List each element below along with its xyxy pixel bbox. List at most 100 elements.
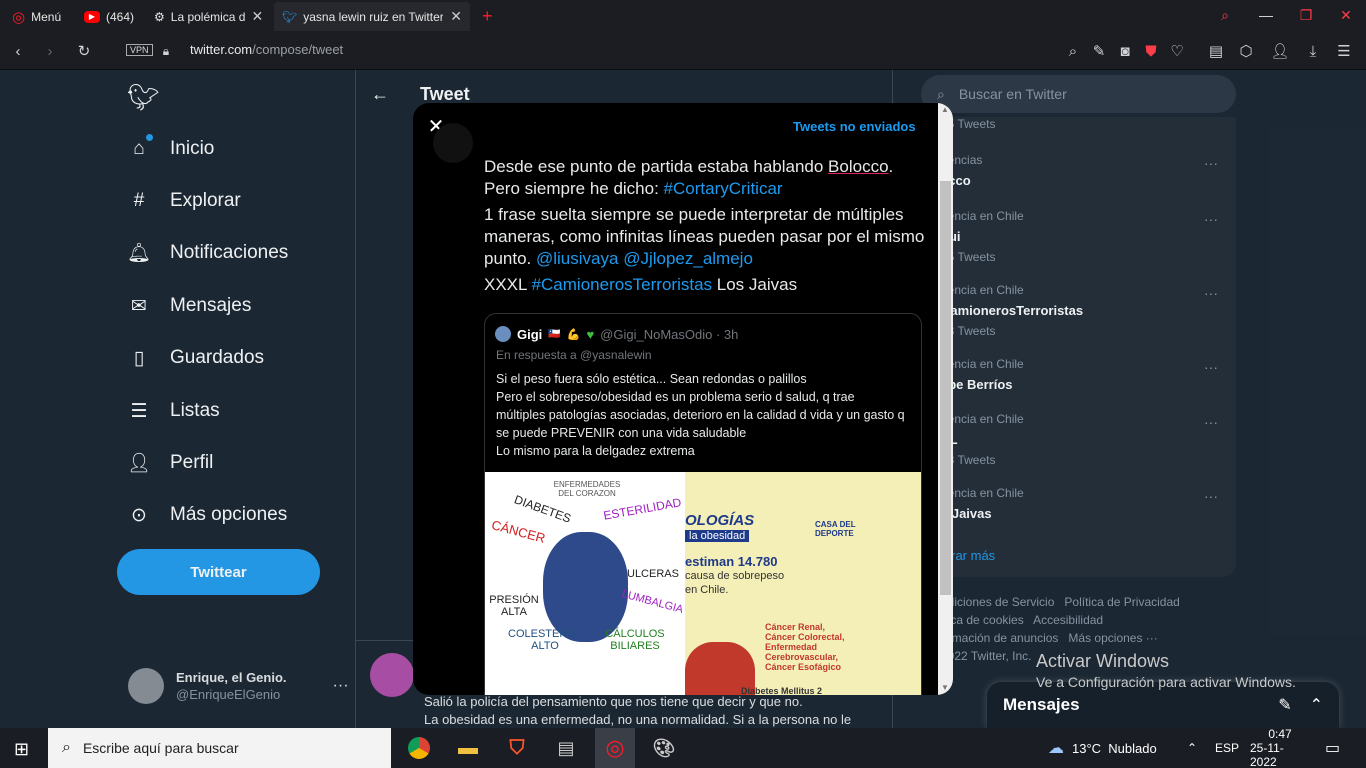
camera-icon[interactable]: ◙ bbox=[1115, 41, 1135, 61]
adblock-icon[interactable]: ⛊ bbox=[1141, 41, 1161, 61]
image-label: CÁLCULOS BILIARES bbox=[605, 628, 665, 652]
image-label: CÁNCER bbox=[489, 517, 547, 546]
image-label: PRESIÓN ALTA bbox=[489, 594, 539, 618]
avatar bbox=[433, 123, 473, 163]
forward-icon[interactable]: › bbox=[40, 41, 60, 61]
wallet-icon[interactable]: ▤ bbox=[1206, 41, 1226, 61]
mention[interactable]: @Jjlopez_almejo bbox=[623, 249, 753, 268]
windows-start-icon[interactable]: ⊞ bbox=[14, 739, 29, 760]
image-label: estiman 14.780 bbox=[685, 554, 778, 569]
hashtag[interactable]: #CamionerosTerroristas bbox=[532, 275, 712, 294]
gear-icon: ⚙ bbox=[154, 9, 165, 24]
download-icon[interactable]: ⤓ bbox=[1303, 41, 1323, 61]
quote-line: Lo mismo para la delgadez extrema bbox=[496, 444, 695, 458]
file-explorer-icon[interactable]: ▬ bbox=[454, 734, 482, 762]
compose-modal: ✕ Tweets no enviados Desde ese punto de … bbox=[413, 103, 953, 695]
image-label: ESTERILIDAD bbox=[602, 495, 683, 523]
image-label: LUMBALGIA bbox=[620, 588, 685, 616]
minimize-button[interactable]: — bbox=[1246, 0, 1286, 30]
opera-icon: ◎ bbox=[12, 8, 26, 26]
tab-label: (464) bbox=[106, 9, 135, 24]
tab-label: La polémica d bbox=[170, 9, 246, 24]
scrollbar-thumb[interactable] bbox=[940, 181, 951, 595]
url-path: /compose/tweet bbox=[252, 42, 344, 57]
watermark-title: Activar Windows bbox=[1036, 651, 1170, 671]
clock[interactable]: 0:47 25-11-2022 bbox=[1250, 727, 1310, 768]
obesity-diseases-image[interactable]: ENFERMEDADES DEL CORAZON DIABETES ESTERI… bbox=[485, 472, 685, 695]
close-tab-icon[interactable]: ✕ bbox=[251, 8, 263, 25]
new-tab-button[interactable]: + bbox=[474, 2, 498, 31]
figure-illustration bbox=[543, 532, 628, 642]
menu-icon[interactable]: ☰ bbox=[1334, 41, 1354, 61]
heart-icon[interactable]: ♡ bbox=[1167, 41, 1187, 61]
taskbar-search-placeholder: Escribe aquí para buscar bbox=[82, 740, 239, 756]
url-field[interactable]: twitter.com/compose/tweet bbox=[190, 42, 343, 57]
quoted-tweet[interactable]: Gigi 🇨🇱 💪 ♥ @Gigi_NoMasOdio · 3h En resp… bbox=[484, 313, 922, 695]
account-icon[interactable]: 👤︎ bbox=[1270, 41, 1290, 61]
weather-widget[interactable]: ☁ 13°C Nublado bbox=[1048, 728, 1157, 768]
tweet-paragraph: 1 frase suelta siempre se puede interpre… bbox=[484, 204, 929, 270]
language-indicator[interactable]: ESP bbox=[1215, 728, 1239, 768]
avatar bbox=[495, 326, 511, 342]
unsent-tweets-link[interactable]: Tweets no enviados bbox=[793, 119, 916, 134]
vpn-badge[interactable]: VPN bbox=[126, 44, 153, 56]
image-label: ULCERAS bbox=[627, 568, 679, 580]
search-page-icon[interactable]: ⌕ bbox=[1063, 41, 1083, 61]
notifications-icon[interactable]: ▭ bbox=[1325, 728, 1340, 768]
reply-to: En respuesta a @yasnalewin bbox=[496, 348, 652, 362]
hashtag[interactable]: #CortaryCriticar bbox=[664, 179, 783, 198]
messages-drawer-title: Mensajes bbox=[1003, 695, 1080, 714]
text: . bbox=[888, 157, 894, 176]
image-label: en Chile. bbox=[685, 584, 729, 596]
taskbar-search-input[interactable]: ⌕ Escribe aquí para buscar bbox=[48, 728, 391, 768]
quote-author-name: Gigi bbox=[517, 326, 543, 342]
back-icon[interactable]: ‹ bbox=[8, 41, 28, 61]
menu-label: Menú bbox=[31, 9, 62, 24]
restore-button[interactable]: ❐ bbox=[1286, 0, 1326, 30]
cube-icon[interactable]: ⬡ bbox=[1236, 41, 1256, 61]
opera-menu-button[interactable]: ◎ Menú bbox=[4, 2, 70, 31]
image-label: ENFERMEDADES DEL CORAZON bbox=[553, 480, 621, 498]
green-heart-icon: ♥ bbox=[586, 326, 595, 342]
image-label: Cerebrovascular, bbox=[765, 652, 839, 662]
text: XXXL bbox=[484, 275, 532, 294]
expand-icon[interactable]: ⌃ bbox=[1310, 695, 1323, 715]
reload-icon[interactable]: ↻ bbox=[74, 41, 94, 61]
snapshot-icon[interactable]: ✎ bbox=[1089, 41, 1109, 61]
youtube-icon: ▶ bbox=[84, 10, 100, 23]
clock-date: 25-11-2022 bbox=[1250, 741, 1284, 768]
twitter-icon: 🐦︎ bbox=[282, 9, 298, 24]
watermark-subtitle: Ve a Configuración para activar Windows. bbox=[1036, 674, 1296, 690]
tweet-paragraph: Desde ese punto de partida estaba hablan… bbox=[484, 156, 929, 200]
quote-line: Pero el sobrepeso/obesidad es un problem… bbox=[496, 390, 905, 440]
flag-icon: 🇨🇱 bbox=[548, 328, 561, 340]
scroll-up-icon[interactable]: ▲ bbox=[941, 105, 949, 114]
chrome-icon[interactable] bbox=[405, 734, 433, 762]
tab-youtube[interactable]: ▶ (464) bbox=[76, 2, 146, 31]
tab-polemica[interactable]: ⚙ La polémica d ✕ bbox=[146, 2, 270, 31]
obesity-statistics-image[interactable]: OLOGÍAS la obesidad CASA DEL DEPORTE est… bbox=[685, 472, 921, 695]
tweet-paragraph: XXXL #CamionerosTerroristas Los Jaivas bbox=[484, 274, 929, 296]
quote-handle: @Gigi_NoMasOdio · 3h bbox=[600, 326, 739, 342]
image-label: causa de sobrepeso bbox=[685, 570, 785, 582]
scroll-down-icon[interactable]: ▼ bbox=[941, 683, 949, 692]
image-label: la obesidad bbox=[685, 530, 750, 542]
search-icon: ⌕ bbox=[62, 739, 71, 756]
close-window-button[interactable]: ✕ bbox=[1326, 0, 1366, 30]
mention[interactable]: @liusivaya bbox=[536, 249, 618, 268]
lock-icon: 🔒︎ bbox=[162, 43, 170, 58]
close-tab-icon[interactable]: ✕ bbox=[450, 8, 462, 25]
opera-taskbar-icon[interactable]: ◎ bbox=[595, 728, 635, 768]
text: Pero siempre he dicho: bbox=[484, 179, 664, 198]
tab-twitter[interactable]: 🐦︎ yasna lewin ruiz en Twitter ✕ bbox=[274, 2, 470, 31]
paint-icon[interactable]: 🎨︎ bbox=[650, 734, 678, 762]
search-tabs-icon[interactable]: ⌕ bbox=[1205, 0, 1245, 30]
browser-tab-bar: ◎ Menú ▶ (464) ⚙ La polémica d ✕ 🐦︎ yasn… bbox=[0, 0, 1366, 33]
modal-scrollbar[interactable]: ▲ ▼ bbox=[938, 103, 953, 695]
notepad-icon[interactable]: ▤ bbox=[552, 734, 580, 762]
image-label: Cáncer Esofágico bbox=[765, 662, 842, 672]
new-message-icon[interactable]: ✎ bbox=[1278, 695, 1291, 715]
brave-icon[interactable]: ⛉ bbox=[503, 734, 531, 762]
show-hidden-icons[interactable]: ⌃ bbox=[1187, 728, 1197, 768]
tweet-text[interactable]: Desde ese punto de partida estaba hablan… bbox=[484, 156, 929, 300]
